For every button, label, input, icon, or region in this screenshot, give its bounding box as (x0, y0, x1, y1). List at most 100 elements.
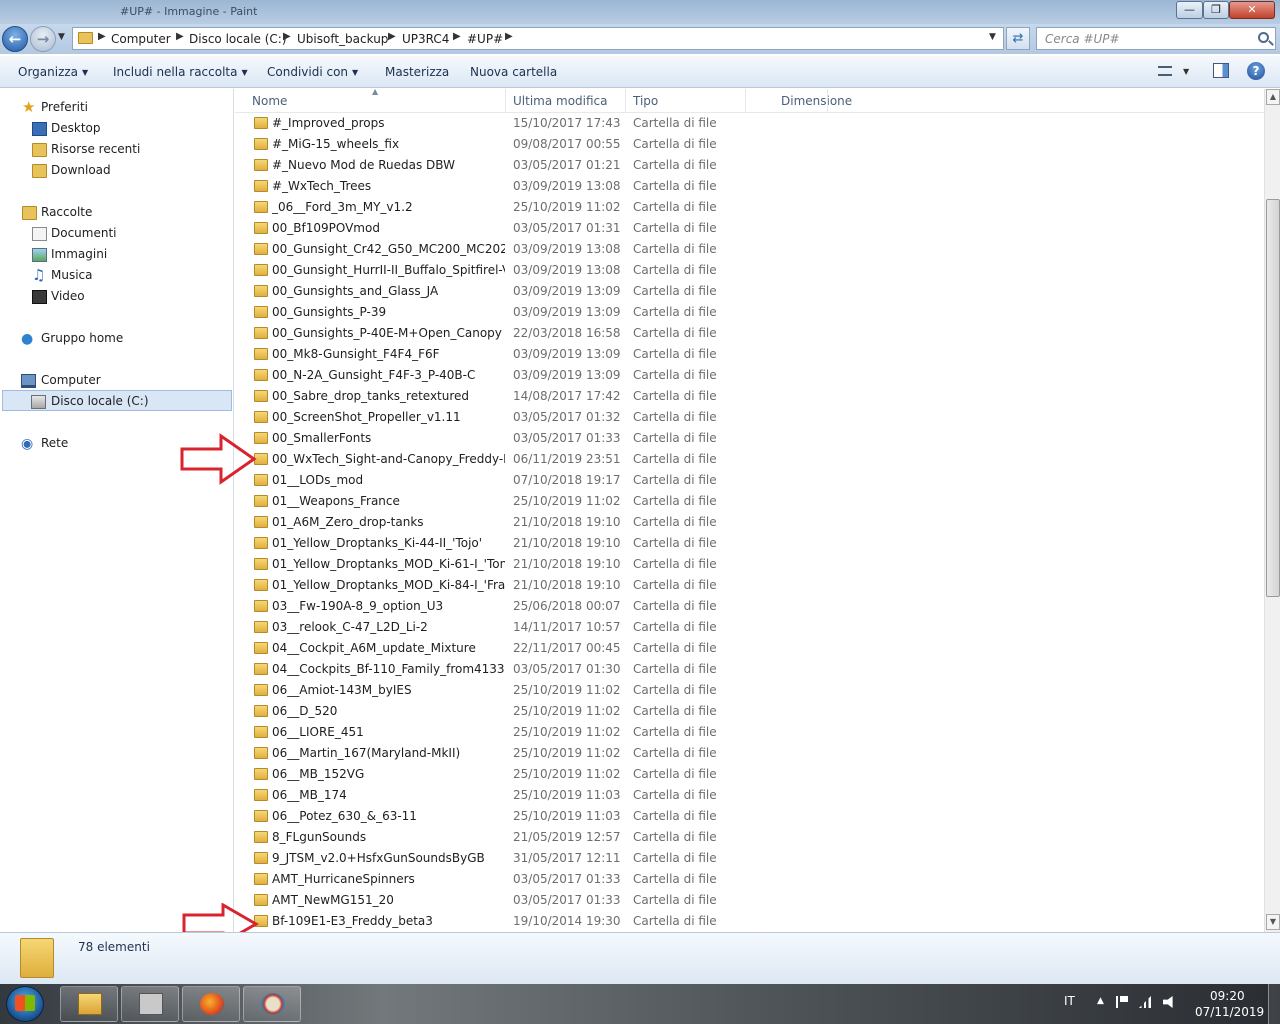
scroll-down-icon[interactable]: ▼ (1266, 914, 1280, 930)
file-row[interactable]: 00_Gunsights_P-39 03/09/2019 13:09 Cartell… (235, 302, 1264, 323)
file-row[interactable]: #_Improved_props 15/10/2017 17:43 Cartella… (235, 113, 1264, 134)
recent-pages-dropdown[interactable]: ▼ (58, 32, 65, 42)
file-row[interactable]: 00_Gunsight_HurrII-II_Buffalo_Spitfirel-… (235, 260, 1264, 281)
scroll-up-icon[interactable]: ▲ (1266, 89, 1280, 105)
crumb-local-disk[interactable]: Disco locale (C:) (189, 32, 287, 46)
nav-homegroup[interactable]: Gruppo home (41, 331, 123, 345)
taskbar-app[interactable] (121, 986, 179, 1022)
share-with-menu[interactable]: Condividi con ▼ (267, 65, 358, 79)
clock-time[interactable]: 09:20 (1210, 989, 1245, 1003)
scroll-thumb[interactable] (1266, 199, 1280, 597)
file-row[interactable]: 00_Mk8-Gunsight_F4F4_F6F 03/09/2019 13:09… (235, 344, 1264, 365)
file-row[interactable]: 00_SmallerFonts 03/05/2017 01:33 Cartella … (235, 428, 1264, 449)
search-icon[interactable] (1258, 32, 1269, 43)
language-indicator[interactable]: IT (1064, 994, 1075, 1008)
nav-documents[interactable]: Documenti (51, 226, 117, 240)
chevron-right-icon[interactable]: ▶ (283, 31, 291, 42)
chevron-right-icon[interactable]: ▶ (505, 31, 513, 42)
column-divider[interactable] (625, 89, 626, 113)
column-divider[interactable] (827, 89, 828, 113)
preview-pane-icon[interactable] (1213, 63, 1229, 78)
file-row[interactable]: 06__D_520 25/10/2019 11:02 Cartella di fil… (235, 701, 1264, 722)
file-row[interactable]: 01_Yellow_Droptanks_Ki-44-II_'Tojo' 21/10… (235, 533, 1264, 554)
refresh-button[interactable]: ⇄ (1006, 27, 1030, 50)
include-in-library-menu[interactable]: Includi nella raccolta ▼ (113, 65, 248, 79)
file-row[interactable]: AMT_NewMG151_20 03/05/2017 01:33 Cartella … (235, 890, 1264, 911)
maximize-button[interactable]: ❐ (1203, 1, 1229, 19)
vertical-scrollbar[interactable]: ▲ ▼ (1264, 89, 1280, 932)
forward-button[interactable]: → (30, 26, 56, 52)
file-row[interactable]: AMT_HurricaneSpinners 03/05/2017 01:33 Car… (235, 869, 1264, 890)
file-row[interactable]: #_WxTech_Trees 03/09/2019 13:08 Cartella d… (235, 176, 1264, 197)
column-divider[interactable] (745, 89, 746, 113)
nav-video[interactable]: Video (51, 289, 85, 303)
taskbar-paint[interactable] (243, 986, 301, 1022)
file-row[interactable]: 06__Amiot-143M_byIES 25/10/2019 11:02 Cart… (235, 680, 1264, 701)
nav-local-disk[interactable]: Disco locale (C:) (51, 394, 149, 408)
help-icon[interactable]: ? (1247, 62, 1265, 80)
column-type[interactable]: Tipo (633, 94, 658, 108)
file-row[interactable]: 01_Yellow_Droptanks_MOD_Ki-61-I_'Tony' 21… (235, 554, 1264, 575)
new-folder-button[interactable]: Nuova cartella (470, 65, 557, 79)
file-row[interactable]: 03__relook_C-47_L2D_Li-2 14/11/2017 10:57… (235, 617, 1264, 638)
file-row[interactable]: 00_WxTech_Sight-and-Canopy_Freddy-E3 06/1… (235, 449, 1264, 470)
nav-music[interactable]: Musica (51, 268, 93, 282)
organize-menu[interactable]: Organizza ▼ (18, 65, 88, 79)
search-input[interactable]: Cerca #UP# (1036, 27, 1276, 50)
file-row[interactable]: 00_Bf109POVmod 03/05/2017 01:31 Cartella d… (235, 218, 1264, 239)
file-row[interactable]: 01_Yellow_Droptanks_MOD_Ki-84-I_'Frank' 2… (235, 575, 1264, 596)
file-row[interactable]: 06__Martin_167(Maryland-MkII) 25/10/2019 … (235, 743, 1264, 764)
chevron-right-icon[interactable]: ▶ (98, 31, 106, 42)
volume-icon[interactable] (1163, 996, 1173, 1008)
file-row[interactable]: 04__Cockpit_A6M_update_Mixture 22/11/2017… (235, 638, 1264, 659)
action-center-flag-icon[interactable] (1116, 996, 1128, 1008)
file-row[interactable]: 06__Potez_630_&_63-11 25/10/2019 11:03 Car… (235, 806, 1264, 827)
crumb-up[interactable]: #UP# (467, 32, 503, 46)
views-icon[interactable] (1158, 66, 1172, 76)
nav-network[interactable]: Rete (41, 436, 68, 450)
file-row[interactable]: Bf-109E1-E3_Freddy_beta3 19/10/2014 19:30… (235, 911, 1264, 932)
file-row[interactable]: 00_Gunsights_P-40E-M+Open_Canopy 22/03/20… (235, 323, 1264, 344)
column-modified[interactable]: Ultima modifica (513, 94, 608, 108)
file-row[interactable]: 00_N-2A_Gunsight_F4F-3_P-40B-C 03/09/2019… (235, 365, 1264, 386)
file-row[interactable]: #_MiG-15_wheels_fix 09/08/2017 00:55 Carte… (235, 134, 1264, 155)
file-row[interactable]: 00_ScreenShot_Propeller_v1.11 03/05/2017 … (235, 407, 1264, 428)
file-row[interactable]: #_Nuevo Mod de Ruedas DBW 03/05/2017 01:2… (235, 155, 1264, 176)
file-row[interactable]: 06__LIORE_451 25/10/2019 11:02 Cartella di… (235, 722, 1264, 743)
file-row[interactable]: 01__LODs_mod 07/10/2018 19:17 Cartella di … (235, 470, 1264, 491)
address-bar[interactable]: ▶ Computer ▶ Disco locale (C:) ▶ Ubisoft… (72, 27, 1004, 50)
crumb-up3rc4[interactable]: UP3RC4 (402, 32, 449, 46)
clock-date[interactable]: 07/11/2019 (1195, 1005, 1264, 1019)
taskbar-firefox[interactable] (182, 986, 240, 1022)
file-row[interactable]: 00_Gunsight_Cr42_G50_MC200_MC202 03/09/20… (235, 239, 1264, 260)
file-row[interactable]: 06__MB_174 25/10/2019 11:03 Cartella di fi… (235, 785, 1264, 806)
file-row[interactable]: 06__MB_152VG 25/10/2019 11:02 Cartella di … (235, 764, 1264, 785)
views-dropdown-icon[interactable]: ▼ (1183, 67, 1189, 76)
chevron-right-icon[interactable]: ▶ (176, 31, 184, 42)
crumb-ubisoft-backup[interactable]: Ubisoft_backup (297, 32, 388, 46)
show-desktop-button[interactable] (1268, 984, 1280, 1024)
file-row[interactable]: 04__Cockpits_Bf-110_Family_from4133 03/05… (235, 659, 1264, 680)
nav-images[interactable]: Immagini (51, 247, 107, 261)
network-signal-icon[interactable] (1139, 996, 1151, 1008)
crumb-computer[interactable]: Computer (111, 32, 171, 46)
nav-desktop[interactable]: Desktop (51, 121, 101, 135)
column-name[interactable]: Nome (252, 94, 287, 108)
file-row[interactable]: 00_Sabre_drop_tanks_retextured 14/08/2017… (235, 386, 1264, 407)
column-size[interactable]: Dimensione (781, 94, 852, 108)
file-row[interactable]: 01__Weapons_France 25/10/2019 11:02 Cartel… (235, 491, 1264, 512)
nav-download[interactable]: Download (51, 163, 111, 177)
file-row[interactable]: 03__Fw-190A-8_9_option_U3 25/06/2018 00:0… (235, 596, 1264, 617)
back-button[interactable]: ← (2, 26, 28, 52)
file-row[interactable]: 8_FLgunSounds 21/05/2019 12:57 Cartella di… (235, 827, 1264, 848)
chevron-right-icon[interactable]: ▶ (388, 31, 396, 42)
nav-computer[interactable]: Computer (41, 373, 101, 387)
burn-button[interactable]: Masterizza (385, 65, 449, 79)
file-row[interactable]: 9_JTSM_v2.0+HsfxGunSoundsByGB 31/05/2017 … (235, 848, 1264, 869)
column-divider[interactable] (505, 89, 506, 113)
minimize-button[interactable]: — (1176, 1, 1203, 19)
nav-libraries[interactable]: Raccolte (41, 205, 92, 219)
nav-favorites[interactable]: Preferiti (41, 100, 88, 114)
address-dropdown-icon[interactable]: ▼ (989, 32, 996, 42)
file-row[interactable]: _06__Ford_3m_MY_v1.2 25/10/2019 11:02 Cart… (235, 197, 1264, 218)
